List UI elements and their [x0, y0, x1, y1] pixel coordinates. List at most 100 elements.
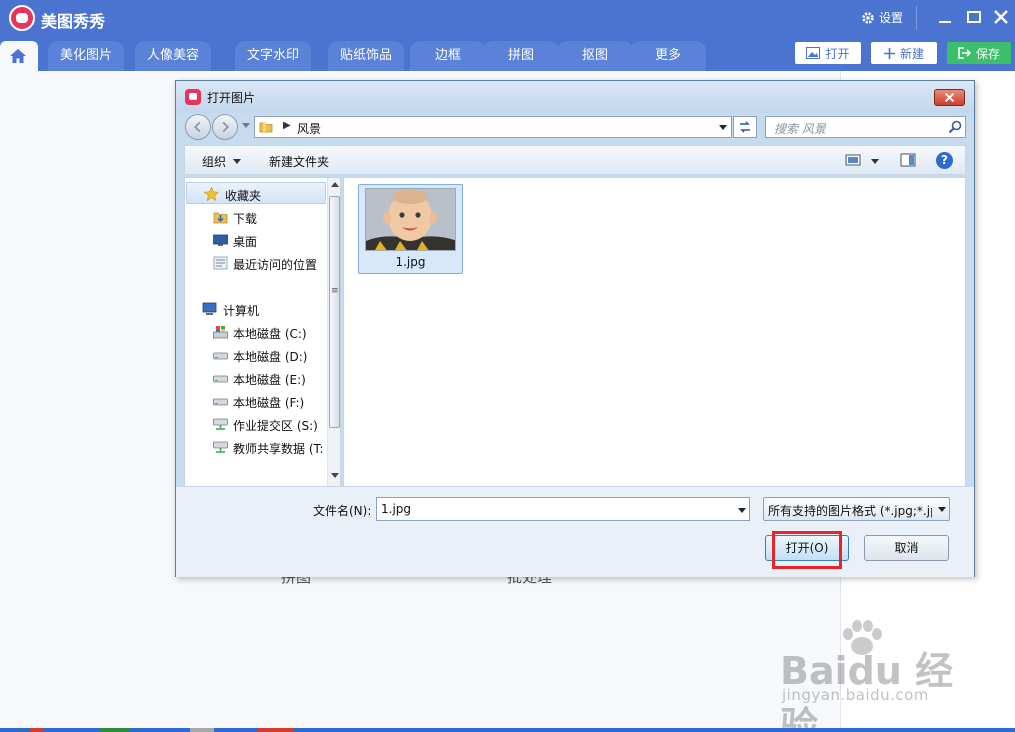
new-label: 新建: [899, 46, 924, 61]
gear-icon: [862, 11, 874, 24]
nav-item-label: 教师共享数据 (T:: [233, 442, 324, 456]
desktop-icon: [213, 234, 228, 246]
nav-item-downloads[interactable]: 下载: [185, 206, 325, 228]
download-folder-icon: [213, 212, 228, 224]
network-drive-icon: [213, 441, 228, 453]
file-item[interactable]: 1.jpg: [358, 184, 463, 274]
nav-item-label: 本地磁盘 (D:): [233, 350, 308, 364]
tab-portrait[interactable]: 人像美容: [135, 41, 211, 71]
title-separator: [916, 6, 917, 30]
address-bar[interactable]: ▶ 风景: [254, 116, 732, 138]
refresh-icon: [740, 121, 750, 133]
nav-item-drive-t[interactable]: 教师共享数据 (T:: [185, 436, 325, 458]
settings-button[interactable]: 设置: [861, 9, 903, 26]
tab-text-watermark[interactable]: 文字水印: [235, 41, 311, 71]
search-icon[interactable]: [948, 120, 962, 134]
nav-item-recent-places[interactable]: 最近访问的位置: [185, 252, 325, 274]
nav-item-label: 作业提交区 (S:): [233, 419, 318, 433]
tab-cutout[interactable]: 抠图: [557, 41, 633, 71]
nav-item-drive-s[interactable]: 作业提交区 (S:): [185, 413, 325, 435]
nav-item-favorites[interactable]: 收藏夹: [186, 182, 326, 204]
baidu-jingyan-watermark: Baidu 经验 jingyan.baidu.com: [776, 620, 976, 732]
address-dropdown-icon[interactable]: [719, 125, 727, 130]
maximize-icon[interactable]: [965, 8, 983, 26]
file-type-select[interactable]: 所有支持的图片格式 (*.jpg;*.jp: [763, 497, 950, 521]
tab-home[interactable]: [0, 41, 38, 71]
nav-item-label: 桌面: [233, 235, 258, 249]
drive-icon: [213, 352, 228, 360]
save-button[interactable]: 保存: [947, 42, 1011, 64]
nav-item-label: 收藏夹: [225, 189, 262, 203]
star-icon: [204, 187, 219, 201]
breadcrumb-current[interactable]: 风景: [297, 120, 321, 137]
filename-dropdown-icon[interactable]: [738, 508, 746, 513]
refresh-button[interactable]: [733, 116, 757, 138]
nav-item-label: 下载: [233, 212, 258, 226]
breadcrumb-chevron-icon[interactable]: ▶: [283, 120, 291, 131]
nav-item-label: 本地磁盘 (E:): [233, 373, 306, 387]
image-icon: [806, 47, 821, 59]
folder-icon: [259, 122, 273, 133]
filename-value[interactable]: 1.jpg: [381, 502, 411, 516]
search-placeholder: 搜索 风景: [774, 122, 826, 136]
settings-label: 设置: [879, 11, 904, 25]
nav-item-label: 本地磁盘 (F:): [233, 396, 305, 410]
filename-input[interactable]: 1.jpg: [376, 497, 750, 521]
new-folder-button[interactable]: 新建文件夹: [269, 153, 329, 170]
view-mode-icon[interactable]: [845, 153, 861, 167]
nav-scrollbar[interactable]: ≡: [327, 178, 340, 486]
organize-menu[interactable]: 组织: [202, 153, 226, 170]
dialog-close-icon[interactable]: [934, 89, 965, 106]
nav-item-desktop[interactable]: 桌面: [185, 229, 325, 251]
export-icon: [958, 47, 971, 59]
open-label: 打开: [825, 46, 850, 61]
network-drive-icon: [213, 418, 228, 430]
back-arrow-icon[interactable]: [185, 114, 211, 140]
nav-item-drive-d[interactable]: 本地磁盘 (D:): [185, 344, 325, 366]
drive-icon: [213, 375, 228, 383]
home-icon: [10, 49, 26, 63]
scroll-grip-icon: ≡: [331, 286, 339, 296]
help-icon[interactable]: ?: [936, 152, 953, 169]
recent-pages-dropdown-icon[interactable]: [242, 123, 250, 128]
dialog-footer: 文件名(N): 1.jpg 所有支持的图片格式 (*.jpg;*.jp 打开(O…: [176, 487, 974, 577]
minimize-icon[interactable]: [936, 8, 954, 26]
file-name: 1.jpg: [395, 255, 426, 269]
drive-icon: [213, 398, 228, 406]
navigation-row: ▶ 风景 搜索 风景: [176, 113, 974, 143]
tab-beautify[interactable]: 美化图片: [48, 41, 124, 71]
view-dropdown-icon[interactable]: [871, 159, 879, 164]
scroll-thumb[interactable]: [329, 196, 340, 428]
new-button[interactable]: 新建: [871, 42, 937, 64]
scroll-down-icon[interactable]: [331, 473, 339, 478]
tab-collage[interactable]: 拼图: [483, 41, 559, 71]
tab-bar: 美化图片 人像美容 文字水印 贴纸饰品 边框 拼图 抠图 更多 打开 新建 保存: [0, 36, 1015, 71]
file-type-dropdown-icon[interactable]: [938, 507, 946, 512]
tab-stickers[interactable]: 贴纸饰品: [328, 41, 404, 71]
open-image-dialog: 打开图片 ▶ 风景 搜索 风景 组织 新建文件夹 ? 收藏夹 下载 桌面 最近访…: [175, 80, 975, 577]
computer-icon: [202, 302, 217, 315]
file-type-value: 所有支持的图片格式 (*.jpg;*.jp: [768, 504, 932, 518]
tab-more[interactable]: 更多: [630, 41, 706, 71]
forward-arrow-icon[interactable]: [212, 114, 238, 140]
nav-item-drive-e[interactable]: 本地磁盘 (E:): [185, 367, 325, 389]
app-title-bar: 美图秀秀 设置: [0, 0, 1015, 36]
nav-item-drive-c[interactable]: 本地磁盘 (C:): [185, 321, 325, 343]
chevron-down-icon[interactable]: [233, 159, 241, 164]
open-button[interactable]: 打开: [795, 42, 861, 64]
watermark-url: jingyan.baidu.com: [782, 686, 929, 704]
save-label: 保存: [975, 46, 1000, 61]
search-input[interactable]: 搜索 风景: [765, 116, 966, 138]
nav-item-label: 本地磁盘 (C:): [233, 327, 307, 341]
nav-item-drive-f[interactable]: 本地磁盘 (F:): [185, 390, 325, 412]
meitu-app-icon: [185, 89, 201, 105]
preview-pane-icon[interactable]: [900, 153, 916, 167]
scroll-up-icon[interactable]: [331, 182, 339, 187]
close-icon[interactable]: [992, 8, 1010, 26]
dialog-cancel-button[interactable]: 取消: [864, 535, 949, 561]
nav-item-label: 最近访问的位置: [233, 258, 318, 272]
filename-label: 文件名(N):: [313, 504, 372, 518]
nav-item-label: 计算机: [223, 304, 260, 318]
nav-item-computer[interactable]: 计算机: [185, 298, 325, 320]
tab-frames[interactable]: 边框: [410, 41, 486, 71]
